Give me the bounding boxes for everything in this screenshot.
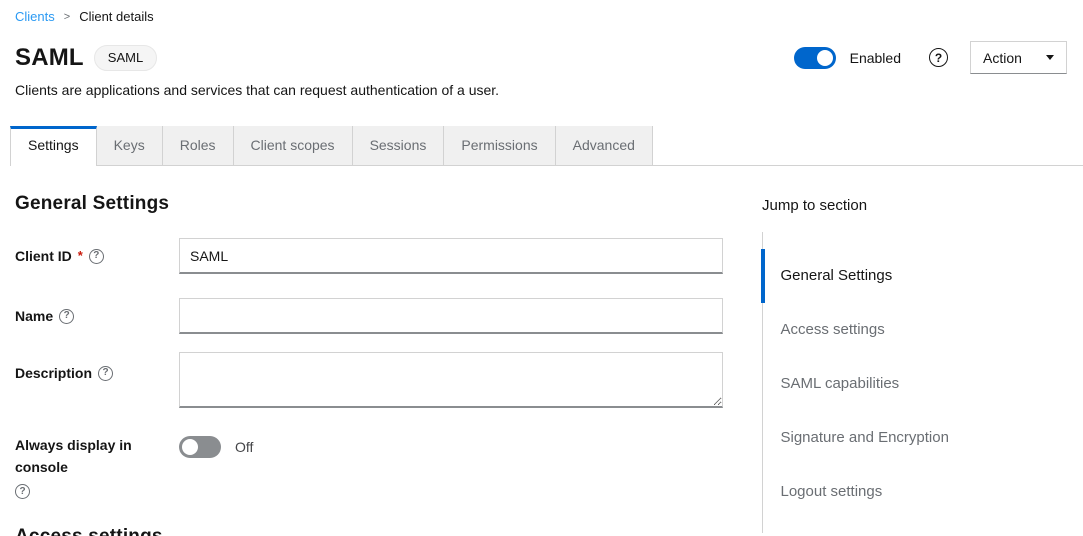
header-controls: Enabled ? Action [794, 41, 1067, 74]
form-row-always-display-in-console: Always display in console ? Off [15, 434, 723, 499]
title-group: SAML SAML [15, 44, 157, 72]
breadcrumb-current: Client details [79, 9, 153, 24]
tab-advanced[interactable]: Advanced [556, 126, 653, 165]
tab-permissions[interactable]: Permissions [444, 126, 555, 165]
client-id-help-icon[interactable]: ? [89, 249, 104, 264]
form-row-name: Name ? [15, 298, 723, 334]
form-row-client-id: Client ID * ? [15, 238, 723, 274]
description-help-icon[interactable]: ? [98, 366, 113, 381]
toggle-knob [182, 439, 198, 455]
description-label-group: Description ? [15, 352, 179, 384]
description-control [179, 352, 723, 408]
console-help-icon[interactable]: ? [15, 484, 30, 499]
content-area: General Settings Client ID * ? Name ? [0, 166, 1083, 536]
breadcrumb: Clients > Client details [0, 0, 1083, 24]
caret-down-icon [1046, 55, 1054, 60]
enabled-toggle-label: Enabled [850, 50, 901, 66]
jump-link-logout-settings[interactable]: Logout settings [761, 465, 1083, 519]
settings-form: General Settings Client ID * ? Name ? [15, 166, 723, 536]
breadcrumb-separator-icon: > [64, 11, 70, 23]
name-label-group: Name ? [15, 305, 179, 327]
jump-link-general-settings[interactable]: General Settings [761, 249, 1083, 303]
name-input[interactable] [179, 298, 723, 334]
tab-client-scopes[interactable]: Client scopes [234, 126, 353, 165]
form-row-description: Description ? [15, 352, 723, 408]
enabled-toggle[interactable] [794, 47, 836, 69]
action-dropdown-label: Action [983, 50, 1022, 66]
help-icon[interactable]: ? [929, 48, 948, 67]
toggle-knob [817, 50, 833, 66]
console-label-group: Always display in console ? [15, 434, 179, 499]
breadcrumb-link-clients[interactable]: Clients [15, 9, 55, 24]
always-display-in-console-toggle[interactable] [179, 436, 221, 458]
tab-bar: Settings Keys Roles Client scopes Sessio… [10, 126, 1083, 166]
jump-to-section-title: Jump to section [762, 197, 1083, 214]
protocol-badge: SAML [94, 45, 157, 71]
description-label: Description [15, 362, 92, 384]
description-textarea[interactable] [179, 352, 723, 408]
tab-sessions[interactable]: Sessions [353, 126, 445, 165]
jump-link-saml-capabilities[interactable]: SAML capabilities [761, 357, 1083, 411]
page-subtitle: Clients are applications and services th… [0, 74, 1083, 98]
tab-keys[interactable]: Keys [97, 126, 163, 165]
tab-roles[interactable]: Roles [163, 126, 234, 165]
jump-link-signature-and-encryption[interactable]: Signature and Encryption [761, 411, 1083, 465]
jump-link-access-settings[interactable]: Access settings [761, 303, 1083, 357]
page-title: SAML [15, 44, 84, 72]
client-id-label-group: Client ID * ? [15, 245, 179, 267]
always-display-in-console-label: Always display in console [15, 434, 165, 478]
section-title-general-settings: General Settings [15, 193, 723, 215]
tab-settings[interactable]: Settings [10, 126, 97, 166]
section-title-access-settings: Access settings [15, 526, 723, 536]
console-toggle-state-label: Off [235, 439, 253, 455]
page-header: SAML SAML Enabled ? Action [0, 24, 1083, 74]
name-control [179, 298, 723, 334]
name-label: Name [15, 305, 53, 327]
client-id-input[interactable] [179, 238, 723, 274]
name-help-icon[interactable]: ? [59, 309, 74, 324]
required-asterisk: * [78, 245, 83, 267]
client-details-page: Clients > Client details SAML SAML Enabl… [0, 0, 1083, 536]
jump-to-section-panel: Jump to section General Settings Access … [762, 166, 1083, 536]
client-id-control [179, 238, 723, 274]
client-id-label: Client ID [15, 245, 72, 267]
action-dropdown[interactable]: Action [970, 41, 1067, 74]
jump-nav: General Settings Access settings SAML ca… [762, 232, 1083, 533]
console-control: Off [179, 436, 723, 458]
